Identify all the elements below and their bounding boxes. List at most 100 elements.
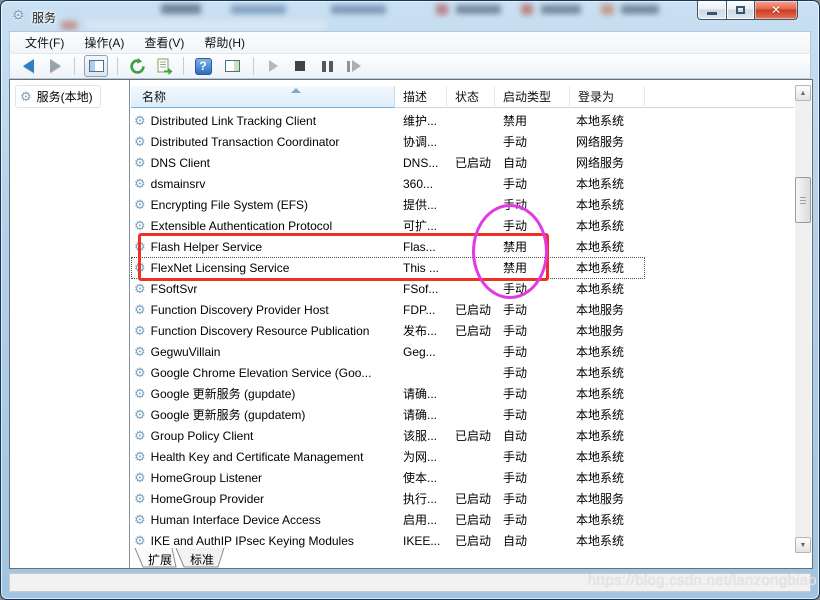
scroll-down-button[interactable]: ▼ xyxy=(795,537,811,553)
service-name: Google 更新服务 (gupdatem) xyxy=(151,406,306,423)
glass-reflection xyxy=(331,5,386,14)
vertical-scrollbar[interactable]: ▲ ▼ xyxy=(795,85,811,553)
service-row[interactable]: ⚙Encrypting File System (EFS)提供...手动本地系统 xyxy=(131,194,794,215)
restart-service-button[interactable] xyxy=(344,56,364,76)
menu-view[interactable]: 查看(V) xyxy=(135,32,193,53)
service-startup-type: 手动 xyxy=(495,406,570,423)
pause-icon xyxy=(322,61,333,72)
service-logon-as: 本地系统 xyxy=(570,217,645,234)
service-logon-as: 本地服务 xyxy=(570,301,645,318)
column-header-status[interactable]: 状态 xyxy=(447,86,495,108)
stop-service-button[interactable] xyxy=(290,56,310,76)
tree-item-services-local[interactable]: ⚙ 服务(本地) xyxy=(15,85,101,108)
service-gear-icon: ⚙ xyxy=(134,240,146,253)
refresh-button[interactable] xyxy=(127,56,147,76)
tab-standard[interactable]: 标准 xyxy=(190,551,214,568)
services-list-pane: 名称 描述 状态 启动类型 登录为 ⚙Distributed Link Trac… xyxy=(130,80,812,568)
service-description: 维护... xyxy=(395,112,447,129)
menu-file[interactable]: 文件(F) xyxy=(16,32,73,53)
play-icon xyxy=(269,60,278,72)
service-startup-type: 禁用 xyxy=(495,259,570,276)
service-gear-icon: ⚙ xyxy=(134,135,146,148)
glass-reflection xyxy=(86,20,326,30)
scrollbar-thumb[interactable] xyxy=(795,177,811,223)
service-startup-type: 手动 xyxy=(495,469,570,486)
tree-item-label: 服务(本地) xyxy=(37,88,93,105)
service-startup-type: 自动 xyxy=(495,154,570,171)
service-gear-icon: ⚙ xyxy=(134,429,146,442)
service-row[interactable]: ⚙dsmainsrv360...手动本地系统 xyxy=(131,173,794,194)
service-row[interactable]: ⚙FSoftSvrFSof...手动本地系统 xyxy=(131,278,794,299)
service-description: 请确... xyxy=(395,385,447,402)
service-row[interactable]: ⚙Google Chrome Elevation Service (Goo...… xyxy=(131,362,794,383)
console-tree-icon xyxy=(89,60,104,72)
column-header-logon-as[interactable]: 登录为 xyxy=(570,86,645,108)
service-name: Human Interface Device Access xyxy=(151,513,321,527)
help-button[interactable]: ? xyxy=(193,56,213,76)
service-name: Health Key and Certificate Management xyxy=(151,450,364,464)
service-gear-icon: ⚙ xyxy=(134,114,146,127)
service-row[interactable]: ⚙GegwuVillainGeg...手动本地系统 xyxy=(131,341,794,362)
service-description: FDP... xyxy=(395,303,447,317)
service-row[interactable]: ⚙Flash Helper ServiceFlas...禁用本地系统 xyxy=(131,236,794,257)
service-row[interactable]: ⚙Human Interface Device Access启用...已启动手动… xyxy=(131,509,794,530)
column-header-name[interactable]: 名称 xyxy=(131,86,395,108)
service-row[interactable]: ⚙FlexNet Licensing ServiceThis ...禁用本地系统 xyxy=(131,257,794,278)
service-row[interactable]: ⚙IKE and AuthIP IPsec Keying ModulesIKEE… xyxy=(131,530,794,548)
service-logon-as: 本地系统 xyxy=(570,238,645,255)
column-header-startup-type[interactable]: 启动类型 xyxy=(495,86,570,108)
service-logon-as: 本地系统 xyxy=(570,196,645,213)
start-service-button[interactable] xyxy=(263,56,283,76)
title-bar[interactable]: ⚙ 服务 ✕ xyxy=(1,1,819,31)
service-description: 启用... xyxy=(395,511,447,528)
show-action-pane-button[interactable] xyxy=(220,55,244,77)
service-startup-type: 手动 xyxy=(495,343,570,360)
show-console-tree-button[interactable] xyxy=(84,55,108,77)
service-status: 已启动 xyxy=(447,301,495,318)
column-header-description[interactable]: 描述 xyxy=(395,86,447,108)
menu-action[interactable]: 操作(A) xyxy=(75,32,133,53)
service-row[interactable]: ⚙Group Policy Client该服...已启动自动本地系统 xyxy=(131,425,794,446)
service-row[interactable]: ⚙Health Key and Certificate Management为网… xyxy=(131,446,794,467)
service-row[interactable]: ⚙DNS ClientDNS...已启动自动网络服务 xyxy=(131,152,794,173)
service-gear-icon: ⚙ xyxy=(134,534,146,547)
service-startup-type: 手动 xyxy=(495,196,570,213)
service-row[interactable]: ⚙Extensible Authentication Protocol可扩...… xyxy=(131,215,794,236)
toolbar-separator xyxy=(117,57,118,75)
service-row[interactable]: ⚙Google 更新服务 (gupdatem)请确...手动本地系统 xyxy=(131,404,794,425)
export-list-button[interactable] xyxy=(154,56,174,76)
service-description: 执行... xyxy=(395,490,447,507)
minimize-button[interactable] xyxy=(697,1,727,20)
service-row[interactable]: ⚙Function Discovery Resource Publication… xyxy=(131,320,794,341)
menu-help[interactable]: 帮助(H) xyxy=(195,32,254,53)
service-status: 已启动 xyxy=(447,532,495,548)
service-row[interactable]: ⚙HomeGroup Listener使本...手动本地系统 xyxy=(131,467,794,488)
service-row[interactable]: ⚙Distributed Link Tracking Client维护...禁用… xyxy=(131,110,794,131)
service-description: 提供... xyxy=(395,196,447,213)
service-logon-as: 本地系统 xyxy=(570,427,645,444)
service-row[interactable]: ⚙Distributed Transaction Coordinator协调..… xyxy=(131,131,794,152)
service-logon-as: 本地系统 xyxy=(570,469,645,486)
service-name: Google Chrome Elevation Service (Goo... xyxy=(151,366,372,380)
back-button[interactable] xyxy=(18,56,38,76)
forward-button[interactable] xyxy=(45,56,65,76)
toolbar-separator xyxy=(253,57,254,75)
maximize-button[interactable] xyxy=(727,1,755,20)
service-startup-type: 手动 xyxy=(495,280,570,297)
service-gear-icon: ⚙ xyxy=(134,282,146,295)
close-button[interactable]: ✕ xyxy=(755,1,798,20)
service-name: Function Discovery Resource Publication xyxy=(151,324,370,338)
service-description: 请确... xyxy=(395,406,447,423)
service-row[interactable]: ⚙Function Discovery Provider HostFDP...已… xyxy=(131,299,794,320)
service-name: HomeGroup Provider xyxy=(151,492,264,506)
service-startup-type: 手动 xyxy=(495,175,570,192)
service-startup-type: 手动 xyxy=(495,301,570,318)
pause-service-button[interactable] xyxy=(317,56,337,76)
service-gear-icon: ⚙ xyxy=(134,387,146,400)
service-row[interactable]: ⚙HomeGroup Provider执行...已启动手动本地服务 xyxy=(131,488,794,509)
scroll-up-button[interactable]: ▲ xyxy=(795,85,811,101)
service-row[interactable]: ⚙Google 更新服务 (gupdate)请确...手动本地系统 xyxy=(131,383,794,404)
service-startup-type: 手动 xyxy=(495,364,570,381)
glass-reflection xyxy=(436,4,448,15)
tab-extended[interactable]: 扩展 xyxy=(148,551,172,568)
